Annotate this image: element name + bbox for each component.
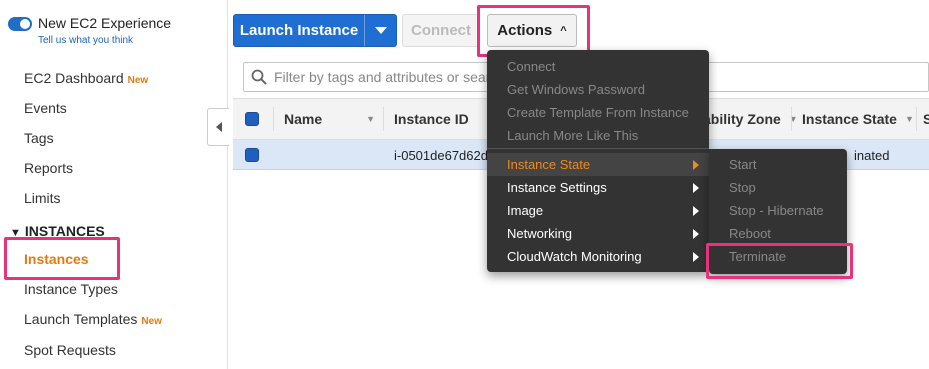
search-icon (244, 69, 274, 85)
menu-divider (487, 148, 709, 149)
menu-item-label: Instance State (507, 157, 591, 172)
row-checkbox-cell (245, 140, 259, 170)
submenu-item-stop[interactable]: Stop (709, 176, 847, 199)
sidebar-item-tags[interactable]: Tags (24, 129, 54, 147)
sidebar-item-reports[interactable]: Reports (24, 159, 73, 177)
sidebar-item-label: Tags (24, 130, 54, 146)
filter-input[interactable]: Filter by tags and attributes or search (274, 69, 505, 85)
column-header-availability-zone[interactable]: ability Zone ▼ (703, 99, 798, 139)
column-divider (791, 107, 792, 131)
launch-instance-button[interactable]: Launch Instance (234, 15, 365, 46)
column-header-instance-state[interactable]: Instance State ▼ (802, 99, 914, 139)
menu-item-get-windows-password[interactable]: Get Windows Password (487, 78, 709, 101)
terminate-highlight-box (706, 243, 853, 279)
column-header-name[interactable]: Name ▼ (284, 99, 375, 139)
menu-item-label: Image (507, 203, 544, 218)
column-header-status[interactable]: S (923, 99, 929, 139)
menu-item-instance-state[interactable]: Instance State (487, 153, 709, 176)
sort-icon: ▼ (366, 114, 376, 124)
collapse-sidebar-button[interactable] (207, 108, 229, 146)
column-header-label: S (923, 111, 929, 127)
menu-item-launch-more-like-this[interactable]: Launch More Like This (487, 124, 709, 147)
menu-item-create-template[interactable]: Create Template From Instance (487, 101, 709, 124)
menu-item-connect[interactable]: Connect (487, 55, 709, 78)
launch-instance-button-group: Launch Instance (233, 14, 397, 47)
sort-icon: ▼ (904, 114, 914, 124)
sidebar-item-label: Events (24, 100, 67, 116)
sidebar-item-label: Instance Types (24, 281, 118, 297)
toggle-knob (20, 19, 30, 29)
column-header-label: Instance State (802, 111, 897, 127)
new-badge: New (141, 316, 162, 327)
sidebar-item-label: Limits (24, 190, 61, 206)
menu-item-networking[interactable]: Networking (487, 222, 709, 245)
new-experience-toggle[interactable] (8, 17, 32, 31)
submenu-arrow-icon (693, 251, 699, 262)
menu-item-cloudwatch-monitoring[interactable]: CloudWatch Monitoring (487, 245, 709, 268)
submenu-item-stop-hibernate[interactable]: Stop - Hibernate (709, 199, 847, 222)
instance-id-cell: i-0501de67d62d (394, 147, 488, 163)
actions-menu: Connect Get Windows Password Create Temp… (487, 50, 709, 272)
column-divider (916, 107, 917, 131)
submenu-arrow-icon (693, 205, 699, 216)
caret-down-icon (374, 27, 387, 34)
sidebar-item-launch-templates[interactable]: Launch Templates New (24, 310, 162, 331)
launch-options-dropdown[interactable] (365, 15, 396, 46)
column-header-label: Instance ID (394, 111, 469, 127)
submenu-arrow-icon (693, 182, 699, 193)
toggle-title: New EC2 Experience (38, 15, 172, 31)
sidebar-item-label: EC2 Dashboard (24, 70, 124, 86)
column-header-instance-id[interactable]: Instance ID (394, 99, 469, 139)
menu-item-label: Instance Settings (507, 180, 607, 195)
submenu-arrow-icon (693, 159, 699, 170)
sidebar-item-label: Reports (24, 160, 74, 176)
submenu-item-start[interactable]: Start (709, 153, 847, 176)
sidebar-item-label: Launch Templates (24, 311, 138, 327)
column-divider (383, 107, 384, 131)
instances-highlight-box (4, 237, 120, 280)
feedback-link[interactable]: Tell us what you think (38, 34, 171, 48)
column-header-label: ability Zone (703, 111, 781, 127)
instance-state-cell: inated (854, 147, 890, 163)
menu-item-label: CloudWatch Monitoring (507, 249, 642, 264)
new-experience-toggle-row: New EC2 Experience Tell us what you thin… (8, 14, 171, 48)
toggle-text: New EC2 Experience Tell us what you thin… (38, 14, 171, 48)
sidebar-item-spot-requests[interactable]: Spot Requests (24, 341, 116, 359)
menu-item-instance-settings[interactable]: Instance Settings (487, 176, 709, 199)
new-badge: New (127, 75, 149, 86)
sidebar-item-instance-types[interactable]: Instance Types (24, 280, 118, 298)
column-divider (273, 107, 274, 131)
sidebar-item-label: Spot Requests (24, 342, 116, 358)
sidebar-item-events[interactable]: Events (24, 99, 67, 117)
sidebar-item-limits[interactable]: Limits (24, 189, 61, 207)
sidebar: New EC2 Experience Tell us what you thin… (0, 0, 228, 369)
chevron-left-icon (215, 122, 222, 132)
menu-item-label: Networking (507, 226, 573, 241)
menu-item-image[interactable]: Image (487, 199, 709, 222)
sidebar-item-ec2-dashboard[interactable]: EC2 Dashboard New (24, 69, 148, 90)
select-all-checkbox[interactable] (245, 112, 259, 126)
submenu-arrow-icon (693, 228, 699, 239)
connect-button[interactable]: Connect (402, 14, 480, 47)
column-header-label: Name (284, 111, 323, 127)
select-all-checkbox-cell (245, 99, 259, 139)
row-checkbox[interactable] (245, 148, 259, 162)
submenu-item-reboot[interactable]: Reboot (709, 222, 847, 245)
